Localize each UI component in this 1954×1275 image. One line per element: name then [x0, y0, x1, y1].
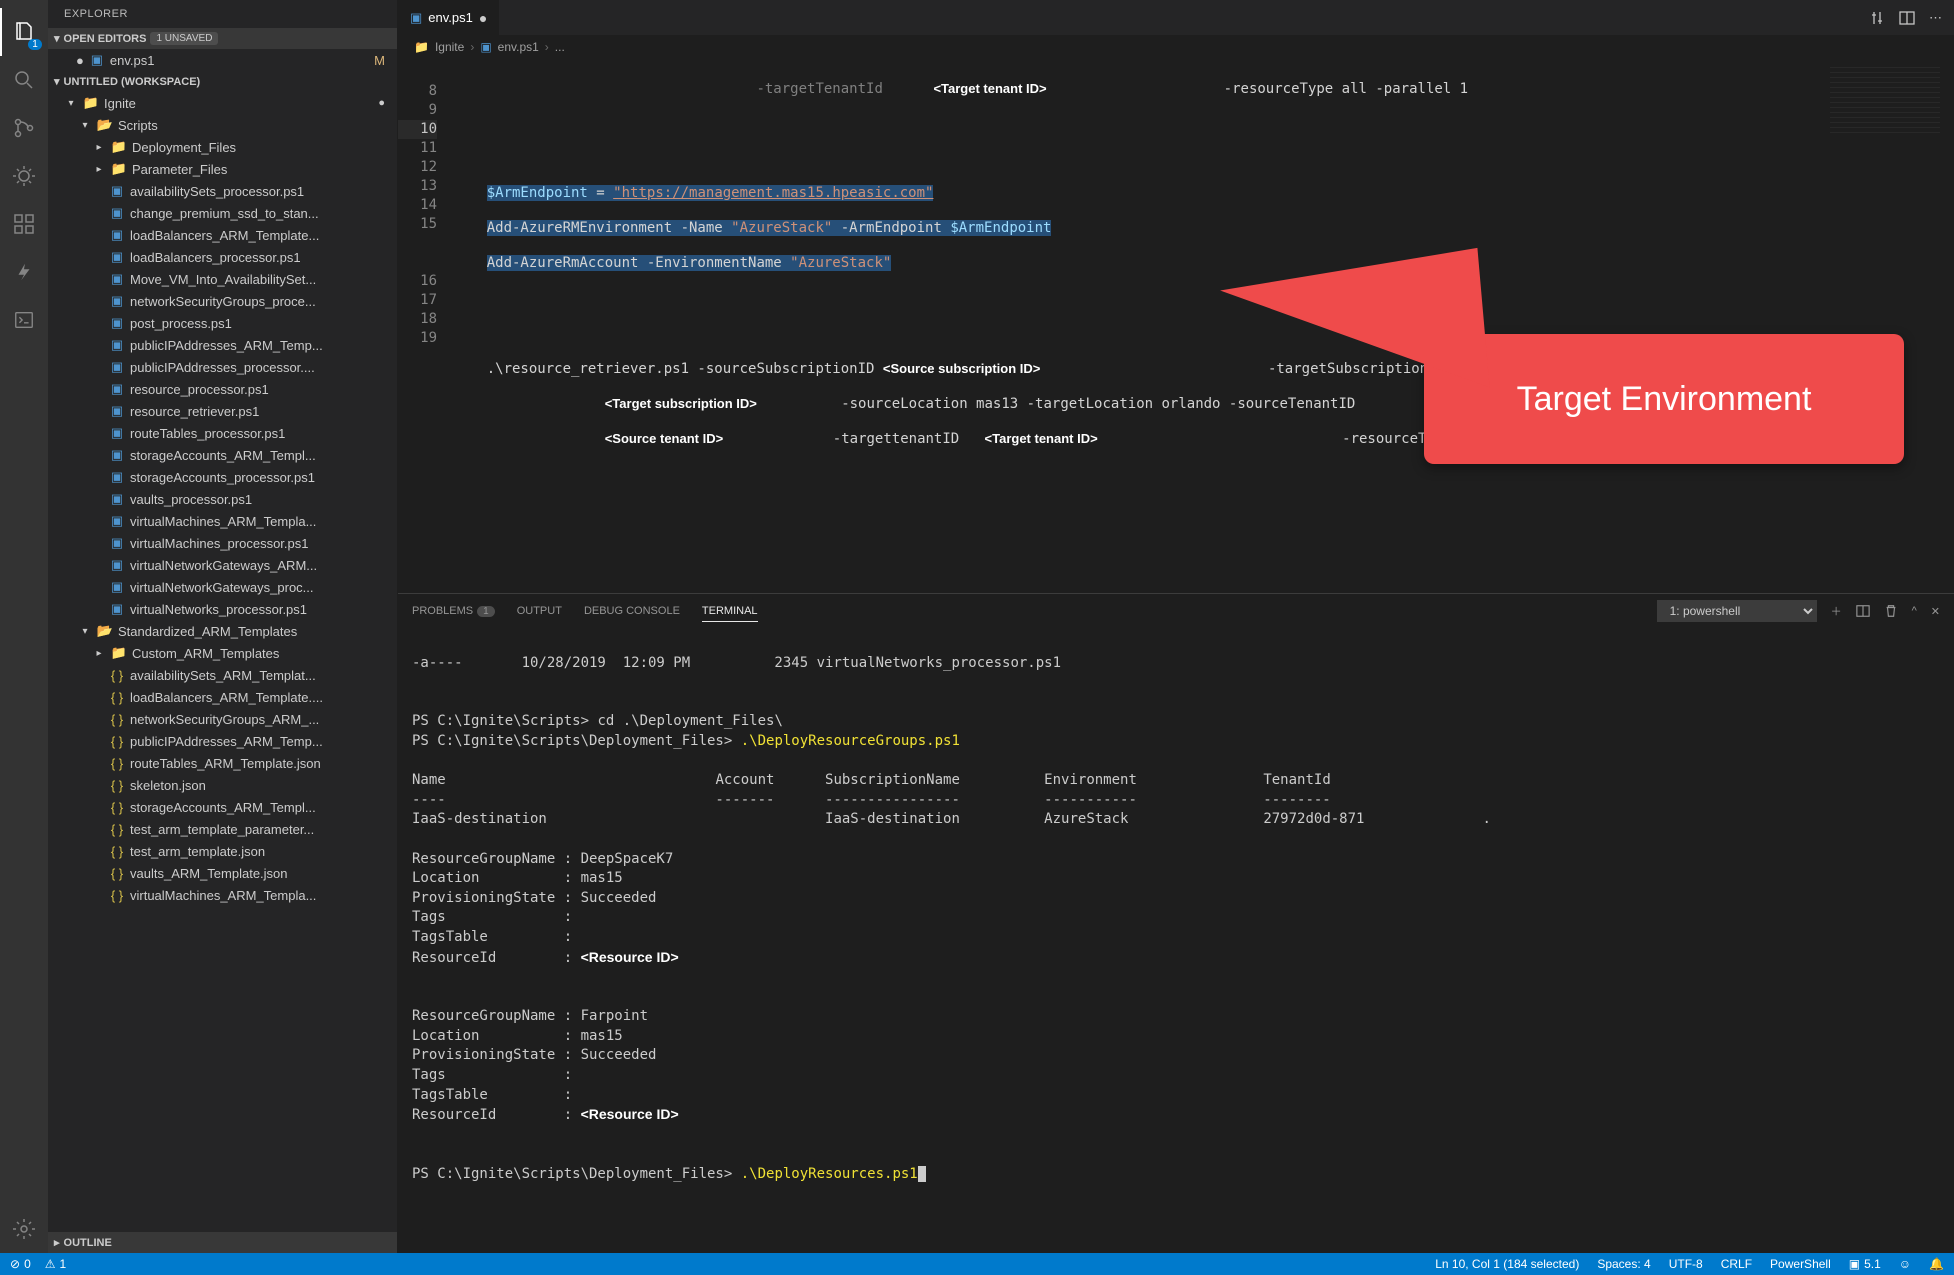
status-feedback-icon[interactable]: ☺ — [1899, 1257, 1911, 1271]
tree-file-json[interactable]: { }virtualMachines_ARM_Templa... — [48, 884, 397, 906]
bottom-panel: PROBLEMS1 OUTPUT DEBUG CONSOLE TERMINAL … — [398, 593, 1954, 1253]
status-warnings[interactable]: ⚠ 1 — [45, 1257, 66, 1271]
status-cursor[interactable]: Ln 10, Col 1 (184 selected) — [1435, 1257, 1579, 1271]
extensions-icon[interactable] — [0, 200, 48, 248]
compare-icon[interactable] — [1869, 10, 1885, 26]
tab-debug-console[interactable]: DEBUG CONSOLE — [584, 601, 680, 621]
open-editor-item[interactable]: ● ▣ env.ps1 M — [48, 49, 397, 71]
status-ps-version[interactable]: ▣ 5.1 — [1849, 1257, 1881, 1271]
minimap[interactable] — [1830, 67, 1940, 137]
more-icon[interactable]: ⋯ — [1929, 10, 1942, 26]
tree-file-json[interactable]: { }test_arm_template.json — [48, 840, 397, 862]
azure-icon[interactable] — [0, 248, 48, 296]
tree-file-ps1[interactable]: ▣publicIPAddresses_processor.... — [48, 356, 397, 378]
tab-dirty-icon: ● — [479, 10, 487, 26]
status-spaces[interactable]: Spaces: 4 — [1597, 1257, 1650, 1271]
tree-file-ps1[interactable]: ▣virtualNetworkGateways_ARM... — [48, 554, 397, 576]
tree-folder-scripts[interactable]: ▾📂Scripts — [48, 114, 397, 136]
tab-terminal[interactable]: TERMINAL — [702, 601, 758, 622]
tree-file-ps1[interactable]: ▣Move_VM_Into_AvailabilitySet... — [48, 268, 397, 290]
open-editor-filename: env.ps1 — [110, 53, 155, 68]
status-language[interactable]: PowerShell — [1770, 1257, 1831, 1271]
breadcrumb-file[interactable]: env.ps1 — [498, 40, 539, 54]
split-editor-icon[interactable] — [1899, 10, 1915, 26]
outline-header[interactable]: ▸ OUTLINE — [48, 1232, 397, 1253]
tab-filename: env.ps1 — [428, 10, 473, 25]
breadcrumbs[interactable]: 📁 Ignite › ▣ env.ps1 › ... — [398, 35, 1954, 59]
tabs-bar: ▣ env.ps1 ● ⋯ — [398, 0, 1954, 35]
status-encoding[interactable]: UTF-8 — [1669, 1257, 1703, 1271]
modified-badge: M — [374, 53, 385, 68]
tree-file-json[interactable]: { }skeleton.json — [48, 774, 397, 796]
debug-icon[interactable] — [0, 152, 48, 200]
tree-file-json[interactable]: { }vaults_ARM_Template.json — [48, 862, 397, 884]
editor-area: ▣ env.ps1 ● ⋯ 📁 Ignite › ▣ env.ps1 › ... — [398, 0, 1954, 1253]
line-gutter: 89 10 111213 1415 16171819 — [398, 59, 453, 593]
tree-file-ps1[interactable]: ▣resource_retriever.ps1 — [48, 400, 397, 422]
unsaved-badge: 1 UNSAVED — [150, 32, 218, 45]
status-errors[interactable]: ⊘ 0 — [10, 1257, 31, 1271]
maximize-panel-icon[interactable]: ^ — [1912, 605, 1917, 617]
source-control-icon[interactable] — [0, 104, 48, 152]
tree-file-json[interactable]: { }test_arm_template_parameter... — [48, 818, 397, 840]
tree-file-json[interactable]: { }storageAccounts_ARM_Templ... — [48, 796, 397, 818]
sidebar-title: EXPLORER — [48, 0, 397, 28]
kill-terminal-icon[interactable] — [1884, 604, 1898, 618]
tree-folder-parameter[interactable]: ▸📁Parameter_Files — [48, 158, 397, 180]
tree-file-ps1[interactable]: ▣post_process.ps1 — [48, 312, 397, 334]
tab-problems[interactable]: PROBLEMS1 — [412, 601, 495, 621]
activity-bar: 1 — [0, 0, 48, 1253]
tree-file-ps1[interactable]: ▣publicIPAddresses_ARM_Temp... — [48, 334, 397, 356]
tree-folder-deployment[interactable]: ▸📁Deployment_Files — [48, 136, 397, 158]
open-editors-label: OPEN EDITORS — [64, 33, 147, 45]
status-eol[interactable]: CRLF — [1721, 1257, 1752, 1271]
gear-icon[interactable] — [0, 1205, 48, 1253]
tree-file-ps1[interactable]: ▣storageAccounts_processor.ps1 — [48, 466, 397, 488]
tab-active[interactable]: ▣ env.ps1 ● — [398, 0, 500, 35]
powershell-panel-icon[interactable] — [0, 296, 48, 344]
tree-folder-root[interactable]: ▾📁Ignite● — [48, 92, 397, 114]
tree-file-ps1[interactable]: ▣routeTables_processor.ps1 — [48, 422, 397, 444]
status-bar: ⊘ 0 ⚠ 1 Ln 10, Col 1 (184 selected) Spac… — [0, 1253, 1954, 1275]
split-terminal-icon[interactable] — [1856, 604, 1870, 618]
tree-file-ps1[interactable]: ▣vaults_processor.ps1 — [48, 488, 397, 510]
terminal-output[interactable]: -a---- 10/28/2019 12:09 PM 2345 virtualN… — [398, 628, 1954, 1253]
tree-file-ps1[interactable]: ▣availabilitySets_processor.ps1 — [48, 180, 397, 202]
close-panel-icon[interactable]: ✕ — [1931, 605, 1940, 618]
workspace-label: UNTITLED (WORKSPACE) — [64, 76, 201, 88]
breadcrumb-more[interactable]: ... — [555, 40, 565, 54]
breadcrumb-folder[interactable]: Ignite — [435, 40, 464, 54]
workspace-header[interactable]: ▾ UNTITLED (WORKSPACE) — [48, 71, 397, 92]
tree-file-ps1[interactable]: ▣resource_processor.ps1 — [48, 378, 397, 400]
open-editors-header[interactable]: ▾ OPEN EDITORS 1 UNSAVED — [48, 28, 397, 49]
terminal-selector[interactable]: 1: powershell — [1657, 600, 1817, 622]
tab-output[interactable]: OUTPUT — [517, 601, 562, 621]
tree-file-ps1[interactable]: ▣virtualNetworks_processor.ps1 — [48, 598, 397, 620]
tree-folder-custom[interactable]: ▸📁Custom_ARM_Templates — [48, 642, 397, 664]
status-bell-icon[interactable]: 🔔 — [1929, 1257, 1944, 1271]
tree-file-json[interactable]: { }publicIPAddresses_ARM_Temp... — [48, 730, 397, 752]
tree-file-ps1[interactable]: ▣virtualNetworkGateways_proc... — [48, 576, 397, 598]
tree-file-ps1[interactable]: ▣loadBalancers_ARM_Template... — [48, 224, 397, 246]
tree-file-ps1[interactable]: ▣change_premium_ssd_to_stan... — [48, 202, 397, 224]
tree-file-ps1[interactable]: ▣virtualMachines_processor.ps1 — [48, 532, 397, 554]
tree-file-ps1[interactable]: ▣loadBalancers_processor.ps1 — [48, 246, 397, 268]
file-tree: ▾📁Ignite● ▾📂Scripts ▸📁Deployment_Files ▸… — [48, 92, 397, 1232]
tree-file-ps1[interactable]: ▣networkSecurityGroups_proce... — [48, 290, 397, 312]
tree-file-json[interactable]: { }loadBalancers_ARM_Template.... — [48, 686, 397, 708]
tree-file-ps1[interactable]: ▣storageAccounts_ARM_Templ... — [48, 444, 397, 466]
panel-tabs: PROBLEMS1 OUTPUT DEBUG CONSOLE TERMINAL … — [398, 594, 1954, 628]
outline-label: OUTLINE — [64, 1237, 112, 1249]
tree-file-json[interactable]: { }networkSecurityGroups_ARM_... — [48, 708, 397, 730]
search-icon[interactable] — [0, 56, 48, 104]
new-terminal-icon[interactable]: ＋ — [1831, 603, 1842, 619]
explorer-sidebar: EXPLORER ▾ OPEN EDITORS 1 UNSAVED ● ▣ en… — [48, 0, 398, 1253]
callout-target-environment: Target Environment — [1424, 334, 1904, 464]
tree-file-json[interactable]: { }routeTables_ARM_Template.json — [48, 752, 397, 774]
files-icon[interactable]: 1 — [0, 8, 48, 56]
tree-file-json[interactable]: { }availabilitySets_ARM_Templat... — [48, 664, 397, 686]
code-editor[interactable]: -targetTenantId <Target tenant ID> -reso… — [453, 59, 1954, 593]
tree-folder-std[interactable]: ▾📂Standardized_ARM_Templates — [48, 620, 397, 642]
tree-file-ps1[interactable]: ▣virtualMachines_ARM_Templa... — [48, 510, 397, 532]
